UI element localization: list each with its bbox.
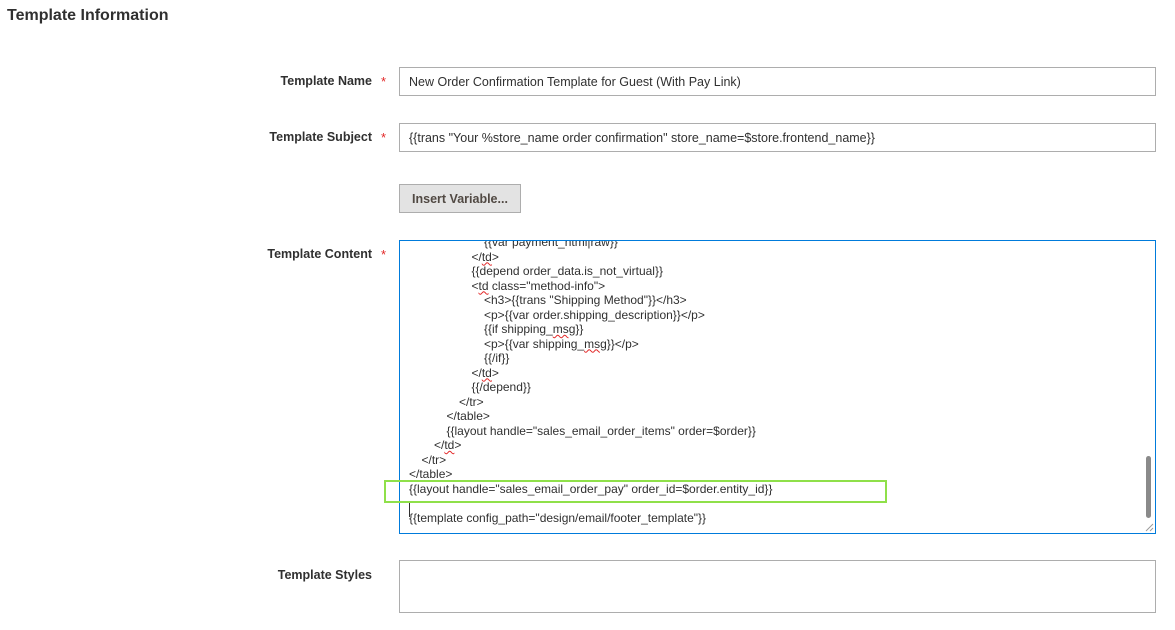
code-line: </table>: [446, 409, 490, 423]
template-subject-input[interactable]: [399, 123, 1156, 152]
code-line: </tr>: [459, 394, 484, 409]
code-line: </td>: [471, 365, 499, 380]
code-line: {{var payment_html|raw}}: [484, 240, 618, 249]
code-line: </td>: [434, 438, 462, 452]
code-line: {{layout handle="sales_email_order_items…: [446, 423, 756, 438]
code-line: <td class="method-info">: [471, 278, 606, 293]
code-line: {{if shipping_msg}}: [484, 322, 584, 336]
code-line: {{/if}}: [484, 351, 510, 365]
template-content-code: {{var payment_html|raw}} </td> {{depend or…: [400, 241, 1145, 533]
code-line: <h3>{{trans "Shipping Method"}}</h3>: [484, 293, 687, 307]
editor-scrollbar-thumb[interactable]: [1146, 456, 1151, 518]
template-subject-required-marker: *: [381, 130, 387, 145]
template-name-required-marker: *: [381, 74, 387, 89]
insert-variable-button[interactable]: Insert Variable...: [399, 184, 521, 213]
code-line: <p>{{var order.shipping_description}}</p…: [484, 307, 705, 322]
code-line: </table>: [409, 467, 453, 481]
code-line: {{/depend}}: [471, 380, 531, 394]
text-caret: [409, 503, 410, 517]
template-styles-label: Template Styles: [277, 568, 372, 582]
template-content-required-marker: *: [381, 247, 387, 262]
code-line: {{layout handle="sales_email_order_pay" …: [409, 481, 773, 496]
editor-scrollbar[interactable]: [1144, 241, 1154, 533]
template-content-editor[interactable]: {{var payment_html|raw}} </td> {{depend or…: [399, 240, 1156, 534]
template-name-label: Template Name: [280, 74, 372, 88]
template-content-label: Template Content: [267, 247, 372, 261]
section-title: Template Information: [7, 7, 169, 24]
resize-grip-icon[interactable]: [1145, 523, 1154, 532]
code-line: {{depend order_data.is_not_virtual}}: [471, 264, 664, 278]
code-line: {{template config_path="design/email/foo…: [409, 510, 707, 525]
template-name-input[interactable]: [399, 67, 1156, 96]
template-subject-label: Template Subject: [269, 130, 372, 144]
code-line: </td>: [471, 249, 499, 264]
code-line: </tr>: [421, 452, 447, 467]
template-styles-textarea[interactable]: [399, 560, 1156, 613]
code-line: <p>{{var shipping_msg}}</p>: [484, 336, 639, 351]
